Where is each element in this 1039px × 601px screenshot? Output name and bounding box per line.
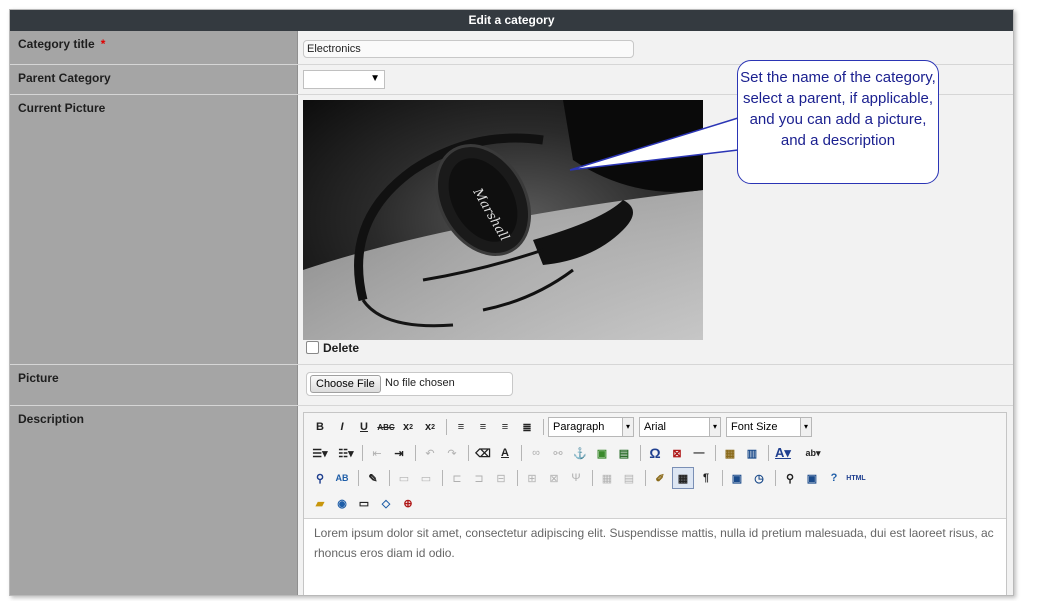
delete-checkbox[interactable]: Delete bbox=[306, 341, 359, 355]
redo-icon[interactable]: ↷ bbox=[442, 443, 462, 463]
preview-icon[interactable]: ⚲ bbox=[780, 468, 800, 488]
callout-text: Set the name of the category, select a p… bbox=[740, 69, 936, 149]
checkbox-icon[interactable] bbox=[306, 341, 319, 354]
horizontal-rule-icon[interactable]: — bbox=[689, 443, 709, 463]
strikethrough-icon[interactable]: ABC bbox=[376, 417, 396, 437]
toolbar-row-1: B I U ABC x2 x2 ≡ ≡ ≡ ≣ Paragraph ▾ Arial… bbox=[310, 416, 817, 438]
align-left-icon[interactable]: ≡ bbox=[451, 417, 471, 437]
row-props-icon[interactable]: ▤ bbox=[619, 468, 639, 488]
insert-column-icon[interactable]: ⊏ bbox=[447, 468, 467, 488]
bold-icon[interactable]: B bbox=[310, 417, 330, 437]
code-icon[interactable]: ◇ bbox=[376, 493, 396, 513]
underline-icon[interactable]: U bbox=[354, 417, 374, 437]
delete-icon[interactable]: ⊐ bbox=[469, 468, 489, 488]
link-icon[interactable]: ∞ bbox=[526, 443, 546, 463]
image-icon[interactable]: ▣ bbox=[592, 443, 612, 463]
toolbar-row-4: ▰ ◉ ▭ ◇ ⊕ bbox=[310, 492, 420, 514]
font-color-icon[interactable]: A▾ bbox=[773, 443, 793, 463]
visual-aid-icon[interactable]: Ψ bbox=[566, 468, 586, 488]
help-icon[interactable]: ? bbox=[824, 468, 844, 488]
cell-props-icon[interactable]: ▦ bbox=[597, 468, 617, 488]
anchor-icon[interactable]: ⚓ bbox=[570, 443, 590, 463]
dropdown-arrow-icon: ▾ bbox=[709, 418, 720, 436]
cleanup-icon[interactable]: A bbox=[495, 443, 515, 463]
dropdown-arrow-icon: ▾ bbox=[800, 418, 811, 436]
editor-content-area[interactable]: Lorem ipsum dolor sit amet, consectetur … bbox=[304, 518, 1006, 595]
fullscreen-icon[interactable]: ▣ bbox=[802, 468, 822, 488]
category-title-input[interactable]: Electronics bbox=[303, 40, 634, 58]
template-icon[interactable]: ▰ bbox=[310, 493, 330, 513]
font-size-select[interactable]: Font Size ▾ bbox=[726, 417, 812, 437]
bullet-list-icon[interactable]: ☰▾ bbox=[310, 443, 330, 463]
table-props-icon[interactable]: ▭ bbox=[416, 468, 436, 488]
toolbar-row-3: ⚲ AB ✎ ▭ ▭ ⊏ ⊐ ⊟ ⊞ ⊠ Ψ ▦ ▤ ✐ ▦ ¶ ▣ ◷ ⚲ ▣… bbox=[310, 467, 868, 489]
html-icon[interactable]: HTML bbox=[846, 468, 866, 488]
choose-file-button[interactable]: Choose File bbox=[310, 375, 381, 393]
align-justify-icon[interactable]: ≣ bbox=[517, 417, 537, 437]
split-icon[interactable]: ⊞ bbox=[522, 468, 542, 488]
description-label: Description bbox=[18, 412, 85, 426]
pilcrow-icon[interactable]: ¶ bbox=[696, 468, 716, 488]
format-select[interactable]: Paragraph ▾ bbox=[548, 417, 634, 437]
file-upload[interactable]: Choose File No file chosen bbox=[306, 372, 513, 396]
iespell-icon[interactable]: ⊠ bbox=[667, 443, 687, 463]
parent-category-select[interactable]: ▼ bbox=[303, 70, 385, 89]
dropdown-arrow-icon: ▼ bbox=[370, 73, 380, 84]
insert-row-icon[interactable]: ▭ bbox=[394, 468, 414, 488]
date-icon[interactable]: ▣ bbox=[727, 468, 747, 488]
callout-pointer bbox=[569, 117, 739, 171]
help-callout: Set the name of the category, select a p… bbox=[737, 60, 939, 184]
parent-category-label: Parent Category bbox=[18, 71, 111, 85]
required-asterisk: * bbox=[100, 37, 106, 51]
paste-text-icon[interactable]: ▦ bbox=[720, 443, 740, 463]
current-picture-label: Current Picture bbox=[18, 101, 106, 115]
italic-icon[interactable]: I bbox=[332, 417, 352, 437]
align-center-icon[interactable]: ≡ bbox=[473, 417, 493, 437]
dropdown-arrow-icon: ▾ bbox=[622, 418, 633, 436]
find-icon[interactable]: ⚲ bbox=[310, 468, 330, 488]
highlight-icon[interactable]: ab▾ bbox=[803, 443, 823, 463]
rich-text-editor: B I U ABC x2 x2 ≡ ≡ ≡ ≣ Paragraph ▾ Arial… bbox=[303, 412, 1007, 595]
table-icon[interactable]: ▦ bbox=[672, 467, 694, 489]
time-icon[interactable]: ◷ bbox=[749, 468, 769, 488]
media-icon[interactable]: ▤ bbox=[614, 443, 634, 463]
edit-icon[interactable]: ✎ bbox=[363, 468, 383, 488]
uk-flag-icon[interactable]: ⊕ bbox=[398, 493, 418, 513]
undo-icon[interactable]: ↶ bbox=[420, 443, 440, 463]
special-char-icon[interactable]: Ω bbox=[645, 443, 665, 463]
page-break-icon[interactable]: ▭ bbox=[354, 493, 374, 513]
picture-label: Picture bbox=[18, 371, 59, 385]
globe-icon[interactable]: ◉ bbox=[332, 493, 352, 513]
align-right-icon[interactable]: ≡ bbox=[495, 417, 515, 437]
panel-title: Edit a category bbox=[10, 10, 1013, 31]
picture-row: Picture Choose File No file chosen bbox=[10, 365, 1013, 406]
paste-word-icon[interactable]: ▥ bbox=[742, 443, 762, 463]
description-row: Description B I U ABC x2 x2 ≡ ≡ ≡ ≣ Para… bbox=[10, 406, 1013, 595]
indent-icon[interactable]: ⇥ bbox=[389, 443, 409, 463]
category-title-label: Category title * bbox=[18, 37, 106, 51]
font-select[interactable]: Arial ▾ bbox=[639, 417, 721, 437]
unlink-icon[interactable]: ⚯ bbox=[548, 443, 568, 463]
brush-icon[interactable]: ✐ bbox=[650, 468, 670, 488]
numbered-list-icon[interactable]: ☷▾ bbox=[336, 443, 356, 463]
editor-text: Lorem ipsum dolor sit amet, consectetur … bbox=[314, 526, 994, 560]
subscript-icon[interactable]: x2 bbox=[398, 417, 418, 437]
merge-icon[interactable]: ⊟ bbox=[491, 468, 511, 488]
file-status: No file chosen bbox=[385, 377, 455, 389]
outdent-icon[interactable]: ⇤ bbox=[367, 443, 387, 463]
style-icon[interactable]: ⊠ bbox=[544, 468, 564, 488]
eraser-icon[interactable]: ⌫ bbox=[473, 443, 493, 463]
superscript-icon[interactable]: x2 bbox=[420, 417, 440, 437]
replace-icon[interactable]: AB bbox=[332, 468, 352, 488]
toolbar-row-2: ☰▾ ☷▾ ⇤ ⇥ ↶ ↷ ⌫ A ∞ ⚯ ⚓ ▣ ▤ Ω ⊠ — ▦ ▥ A▾… bbox=[310, 442, 825, 464]
